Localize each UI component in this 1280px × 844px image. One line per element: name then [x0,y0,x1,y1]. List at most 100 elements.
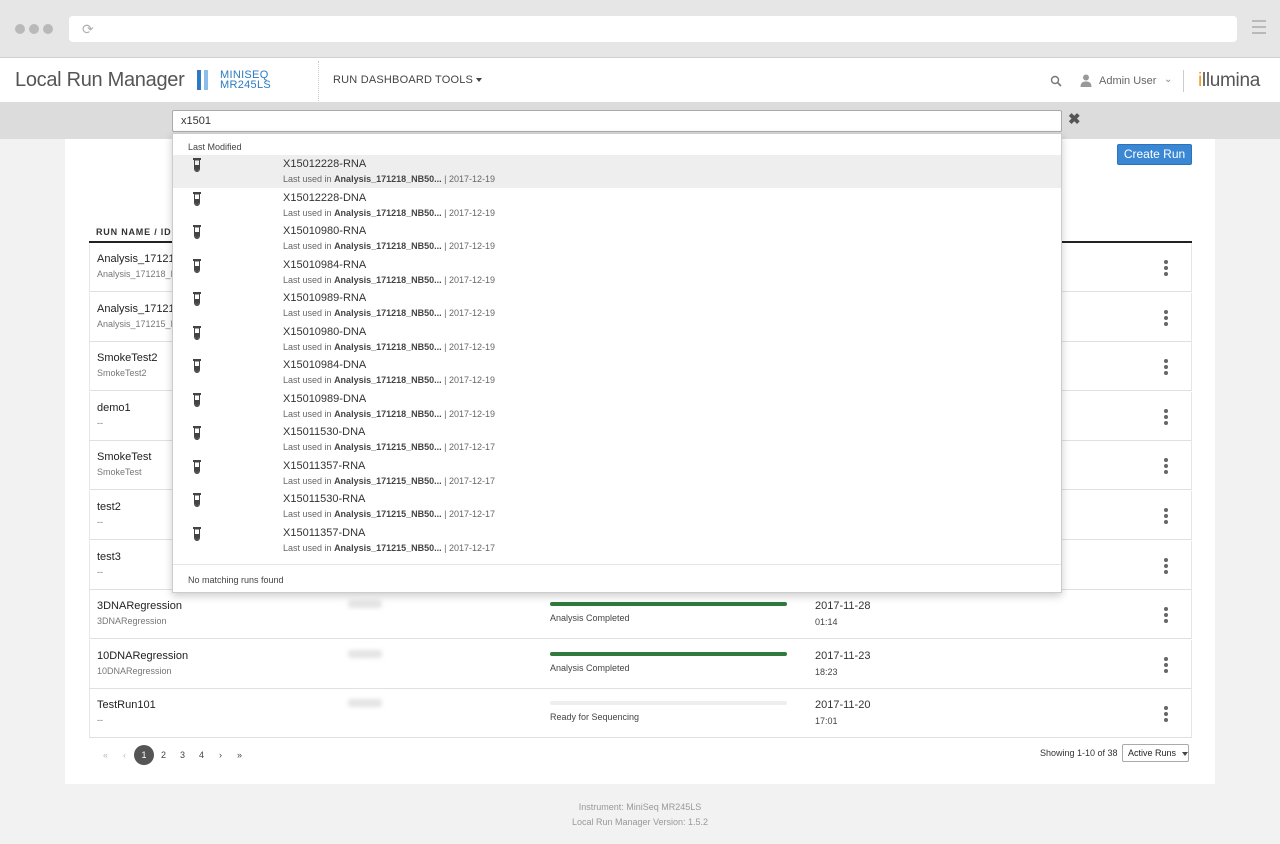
next-page-button[interactable]: › [211,746,230,765]
user-icon [1080,74,1092,87]
search-result-item[interactable]: X15011357-DNA Last used in Analysis_17121… [173,524,1061,557]
user-menu[interactable]: Admin User [1099,75,1156,87]
run-name[interactable]: 10DNARegression [97,650,188,662]
browser-menu-icon[interactable] [1252,20,1266,34]
footer-version: Local Run Manager Version: 1.5.2 [571,817,709,827]
last-page-button[interactable]: » [230,746,249,765]
sample-tube-icon [193,459,201,474]
result-analysis: Analysis_171215_NB50... [334,475,442,486]
illumina-logo: illumina [1198,70,1261,91]
run-date: 2017-11-20 [815,699,871,712]
more-options-icon[interactable] [1164,706,1168,723]
app-header: Local Run Manager MINISEQ MR245LS RUN DA… [0,58,1280,103]
search-result-item[interactable]: X15010984-DNA Last used in Analysis_17121… [173,356,1061,389]
result-analysis: Analysis_171218_NB50... [334,308,442,318]
nav-run-dashboard[interactable]: RUN DASHBOARD [333,74,432,86]
window-dot[interactable] [43,24,53,34]
result-analysis: Analysis_171218_NB50... [334,341,442,352]
result-date: 2017-12-19 [448,207,496,218]
run-filter-select[interactable]: Active Runs [1122,744,1189,762]
search-result-item[interactable]: X15012228-DNA Last used in Analysis_17121… [173,189,1061,222]
search-icon[interactable] [1050,75,1062,87]
sample-tube-icon [193,158,201,172]
result-last-used: Last used in Analysis_171215_NB50... | 2… [283,509,496,519]
more-options-icon[interactable] [1164,408,1168,425]
caret-down-icon [1181,751,1188,756]
close-icon[interactable]: ✖ [1068,111,1081,129]
more-options-icon[interactable] [1164,607,1168,624]
table-row[interactable]: 10DNARegression 10DNARegression Analysis C… [89,639,1192,689]
sample-tube-icon [193,426,201,440]
table-row[interactable]: 3DNARegression 3DNARegression Analysis Com… [89,590,1192,640]
search-result-item[interactable]: X15010989-RNA Last used in Analysis_17121… [173,289,1061,322]
nav-tools[interactable]: TOOLS [435,74,483,86]
result-name: X15010984-RNA [283,258,367,271]
sample-tube-icon [193,359,201,373]
reload-icon[interactable]: ⟳ [82,21,94,37]
page-button-3[interactable]: 3 [173,746,192,765]
run-id: 3DNARegression [97,616,167,627]
result-date: 2017-12-17 [448,542,496,553]
run-name[interactable]: Analysis_17121 [97,303,175,315]
column-header-run-name[interactable]: RUN NAME / ID [96,227,171,237]
result-analysis: Analysis_171218_NB50... [334,241,442,251]
run-name[interactable]: SmokeTest2 [97,352,158,364]
run-name[interactable]: TestRun101 [97,699,156,711]
more-options-icon[interactable] [1164,508,1168,524]
search-result-item[interactable]: X15012228-RNA Last used in Analysis_17121… [173,155,1061,188]
run-name[interactable]: demo1 [97,402,131,414]
run-progress-bar [550,602,787,607]
result-analysis: Analysis_171218_NB50... [334,274,442,285]
more-options-icon[interactable] [1164,359,1168,376]
search-result-item[interactable]: X15010989-DNA Last used in Analysis_17121… [173,390,1061,423]
create-run-button[interactable]: Create Run [1117,144,1192,165]
chevron-down-icon[interactable]: ⌄ [1164,74,1172,85]
run-progress-bar [550,701,787,706]
run-name[interactable]: SmokeTest [97,451,151,463]
prev-page-button[interactable]: ‹ [115,746,134,765]
address-bar[interactable]: ⟳ [69,16,1237,42]
search-result-item[interactable]: X15011530-RNA Last used in Analysis_17121… [173,490,1061,523]
run-date: 2017-11-23 [815,649,871,662]
page-button-2[interactable]: 2 [154,746,173,765]
more-options-icon[interactable] [1164,260,1168,276]
run-name[interactable]: Analysis_17121 [97,253,175,265]
result-last-used: Last used in Analysis_171218_NB50... | 2… [283,408,496,419]
app-title: Local Run Manager [15,69,185,91]
run-name[interactable]: test2 [97,501,121,513]
more-options-icon[interactable] [1164,656,1168,673]
more-options-icon[interactable] [1164,309,1168,326]
redacted-field [348,699,382,708]
header-divider [1183,70,1184,92]
search-result-item[interactable]: X15011357-RNA Last used in Analysis_17121… [173,457,1061,490]
page-button-4[interactable]: 4 [192,746,211,765]
instrument-logo-icon [197,70,208,90]
run-id: -- [97,417,103,428]
run-status: Ready for Sequencing [550,712,640,723]
sample-tube-icon [193,258,201,273]
result-date: 2017-12-19 [448,174,496,184]
window-controls [15,24,53,34]
window-dot[interactable] [15,24,25,34]
page-button-1[interactable]: 1 [134,745,154,765]
search-result-item[interactable]: X15010980-RNA Last used in Analysis_17121… [173,222,1061,255]
run-name[interactable]: 3DNARegression [97,600,182,612]
instrument-name: MINISEQ MR245LS [220,69,272,91]
footer-instrument: Instrument: MiniSeq MR245LS [578,802,702,812]
result-analysis: Analysis_171215_NB50... [334,442,442,452]
search-input[interactable] [172,110,1062,132]
sample-tube-icon [193,392,201,407]
run-id: 10DNARegression [97,665,172,676]
search-result-item[interactable]: X15011530-DNA Last used in Analysis_17121… [173,423,1061,456]
dropdown-header: Last Modified [188,142,242,152]
first-page-button[interactable]: « [96,746,115,765]
run-name[interactable]: test3 [97,551,121,563]
search-result-item[interactable]: X15010980-DNA Last used in Analysis_17121… [173,323,1061,356]
more-options-icon[interactable] [1164,557,1168,574]
search-result-item[interactable]: X15010984-RNA Last used in Analysis_17121… [173,256,1061,289]
table-row[interactable]: TestRun101 -- Ready for Sequencing 2017-11-… [89,689,1192,739]
sample-tube-icon [193,325,201,340]
result-date: 2017-12-19 [448,341,496,352]
window-dot[interactable] [29,24,39,34]
more-options-icon[interactable] [1164,458,1168,475]
